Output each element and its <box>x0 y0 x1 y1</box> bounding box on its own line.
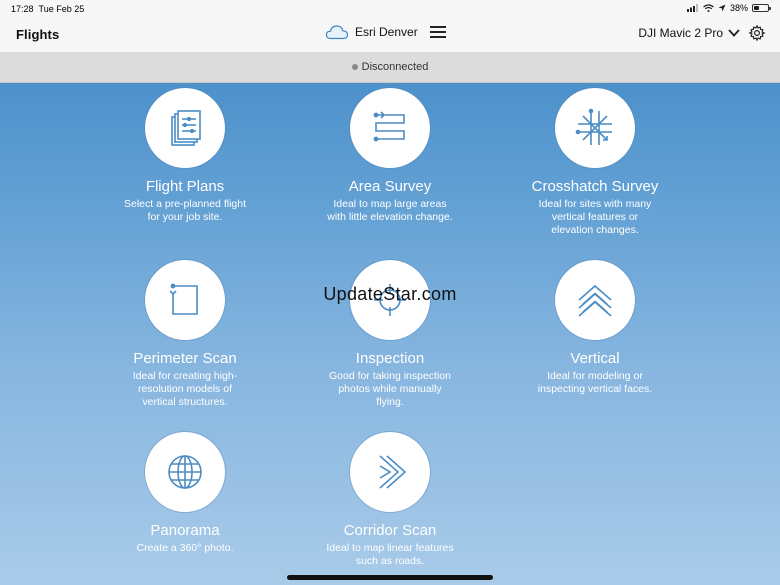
tile-corridor-scan[interactable]: Corridor Scan Ideal to map linear featur… <box>295 432 485 568</box>
connection-status-bar: Disconnected <box>0 52 780 83</box>
tile-description: Ideal to map large areas with little ele… <box>327 198 453 223</box>
tile-crosshatch-survey[interactable]: Crosshatch Survey Ideal for sites with m… <box>500 88 690 237</box>
tile-panorama[interactable]: Panorama Create a 360° photo. <box>90 432 280 555</box>
tile-title: Area Survey <box>348 178 432 195</box>
crosshatch-icon <box>555 88 635 168</box>
clock-time: 17:28 <box>11 4 34 14</box>
tile-title: Vertical <box>570 350 620 367</box>
status-bar-time: 17:28 Tue Feb 25 <box>11 4 84 14</box>
status-bar-right: 38% <box>686 3 771 13</box>
wifi-icon <box>703 4 714 12</box>
drone-controls: DJI Mavic 2 Pro <box>638 24 766 42</box>
battery-icon <box>752 4 771 12</box>
tile-title: Crosshatch Survey <box>531 178 659 195</box>
chevron-down-icon <box>728 29 740 37</box>
cloud-icon <box>325 25 349 40</box>
corridor-icon <box>350 432 430 512</box>
tile-area-survey[interactable]: Area Survey Ideal to map large areas wit… <box>295 88 485 224</box>
organization-name: Esri Denver <box>355 25 418 39</box>
tile-description: Ideal for sites with many vertical featu… <box>538 198 652 236</box>
home-indicator[interactable] <box>287 575 493 580</box>
tile-title: Corridor Scan <box>343 522 437 539</box>
top-bar: 17:28 Tue Feb 25 38% Flights Esri Denver… <box>0 0 780 52</box>
clock-date: Tue Feb 25 <box>38 4 85 14</box>
signal-icon <box>686 4 698 12</box>
tile-title: Perimeter Scan <box>133 350 237 367</box>
tile-title: Inspection <box>355 350 425 367</box>
drone-selector[interactable]: DJI Mavic 2 Pro <box>638 26 740 40</box>
tile-description: Good for taking inspection photos while … <box>329 370 451 408</box>
location-arrow-icon <box>718 4 726 12</box>
drone-model: DJI Mavic 2 Pro <box>638 26 723 40</box>
documents-icon <box>145 88 225 168</box>
tile-title: Flight Plans <box>145 178 225 195</box>
battery-percent: 38% <box>729 3 748 13</box>
tile-description: Create a 360° photo. <box>136 542 234 554</box>
connection-status-text: Disconnected <box>361 61 429 73</box>
tile-description: Ideal to map linear features such as roa… <box>326 542 454 567</box>
tile-description: Ideal for creating high- resolution mode… <box>132 370 238 408</box>
tile-description: Ideal for modeling or inspecting vertica… <box>537 370 653 395</box>
globe-icon <box>145 432 225 512</box>
page-title: Flights <box>16 27 60 42</box>
tile-description: Select a pre-planned flight for your job… <box>124 198 246 223</box>
chevrons-up-icon <box>555 260 635 340</box>
target-icon <box>350 260 430 340</box>
area-path-icon <box>350 88 430 168</box>
tile-vertical[interactable]: Vertical Ideal for modeling or inspectin… <box>500 260 690 396</box>
tile-inspection[interactable]: Inspection Good for taking inspection ph… <box>295 260 485 409</box>
organization-menu[interactable]: Esri Denver <box>325 24 446 40</box>
tile-perimeter-scan[interactable]: Perimeter Scan Ideal for creating high- … <box>90 260 280 409</box>
connection-dot-icon <box>351 64 358 70</box>
tile-title: Panorama <box>150 522 220 539</box>
perimeter-icon <box>145 260 225 340</box>
tile-flight-plans[interactable]: Flight Plans Select a pre-planned flight… <box>90 88 280 224</box>
gear-icon[interactable] <box>748 24 766 42</box>
hamburger-icon[interactable] <box>429 26 446 38</box>
